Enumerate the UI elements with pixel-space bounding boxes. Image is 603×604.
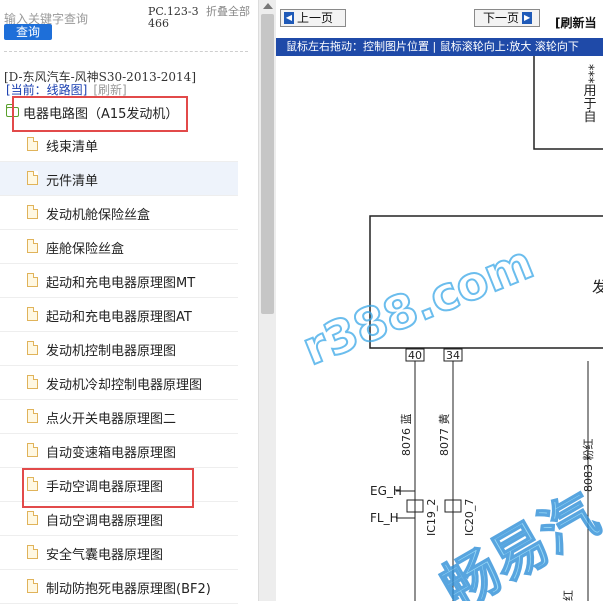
document-icon (27, 171, 38, 185)
search-button[interactable]: 查询 (4, 24, 52, 40)
tree-item-label: 自动空调电器原理图 (46, 514, 164, 529)
refresh-link[interactable]: [刷新] (93, 83, 126, 97)
tree-item[interactable]: 座舱保险丝盒 (0, 230, 238, 264)
document-icon (27, 545, 38, 559)
tree-item[interactable]: 自动变速箱电器原理图 (0, 434, 238, 468)
prev-page-button[interactable]: ◀ 上一页 (280, 9, 346, 27)
viewer-toolbar: ◀ 上一页 下一页 ▶ [刷新当 (276, 0, 603, 38)
hint-bar: 鼠标左右拖动：控制图片位置 | 鼠标滚轮向上:放大 滚轮向下 (276, 38, 603, 56)
document-icon (27, 443, 38, 457)
tree-item-label: 制动防抱死电器原理图(BF2) (46, 582, 211, 597)
document-icon (27, 409, 38, 423)
tree-item-label: 发动机控制电器原理图 (46, 344, 177, 359)
diagram-connector-label: IC20_7 (463, 499, 476, 536)
divider (4, 51, 248, 52)
tree-root-label: 电器电路图（A15发动机） (23, 106, 179, 122)
document-icon (27, 205, 38, 219)
tree-item-label: 座舱保险丝盒 (46, 242, 125, 257)
tree-list: 线束清单 元件清单 发动机舱保险丝盒 座舱保险丝盒 起动和充电电器原理图MT 起… (0, 128, 238, 604)
tree-item[interactable]: 元件清单 (0, 162, 238, 196)
tree-item-label: 发动机冷却控制电器原理图 (46, 378, 203, 393)
tree-item-label: 发动机舱保险丝盒 (46, 208, 151, 223)
current-path: [当前：线路图] [刷新] (6, 81, 127, 98)
tree-scrollbar[interactable] (258, 0, 276, 601)
document-icon (27, 375, 38, 389)
diagram-wire-label: 8076 蓝 (400, 414, 413, 457)
tree-item-label: 自动变速箱电器原理图 (46, 446, 177, 461)
collapse-all-link[interactable]: 折叠全部 (206, 6, 254, 18)
arrow-right-icon: ▶ (522, 12, 533, 24)
tree-item-label: 元件清单 (46, 174, 99, 189)
diagram-bottom-text: 红 (562, 590, 575, 601)
next-page-button[interactable]: 下一页 ▶ (474, 9, 540, 27)
tree-item[interactable]: 点火开关电器原理图二 (0, 400, 238, 434)
tree-item-label: 点火开关电器原理图二 (46, 412, 177, 427)
wiring-diagram-svg: ***用于自 发 40 34 8076 蓝 8077 黄 8083 粉红 EG_… (294, 56, 603, 601)
scrollbar-thumb[interactable] (261, 14, 274, 314)
tree-item[interactable]: 起动和充电电器原理图MT (0, 264, 238, 298)
tree-root-electrical-diagram[interactable]: 电器电路图（A15发动机） (6, 103, 179, 122)
diagram-connector-label: IC19_2 (425, 499, 438, 536)
tree-item[interactable]: 安全气囊电器原理图 (0, 536, 238, 570)
tree-item[interactable]: 手动空调电器原理图 (0, 468, 238, 502)
current-label: [当前：线路图] (6, 83, 88, 97)
document-icon (27, 341, 38, 355)
tree-item[interactable]: 制动防抱死电器原理图(BF2) (0, 570, 238, 604)
next-page-label: 下一页 (483, 11, 520, 25)
diagram-wire-label: 8083 粉红 (582, 439, 595, 493)
diagram-connector (414, 499, 424, 513)
diagram-pin-label: 34 (446, 349, 460, 362)
diagram-connector (444, 499, 454, 513)
diagram-connector (406, 499, 416, 513)
tree-item-label: 线束清单 (46, 140, 99, 155)
tree-item-label: 起动和充电电器原理图MT (46, 276, 196, 291)
left-panel: 输入关键字查询 查询 PC.123-3466 折叠全部 [D-东风汽车-风神S3… (0, 0, 258, 604)
diagram-pin-label: 40 (408, 349, 422, 362)
tree-item-label: 手动空调电器原理图 (46, 480, 164, 495)
document-icon (27, 511, 38, 525)
pc-code: PC.123-3466 (148, 5, 199, 30)
wiring-diagram-image[interactable]: ***用于自 发 40 34 8076 蓝 8077 黄 8083 粉红 EG_… (276, 56, 603, 601)
prev-page-label: 上一页 (297, 11, 334, 25)
diagram-wire-label: 8077 黄 (437, 414, 451, 457)
document-icon (27, 307, 38, 321)
document-icon (27, 137, 38, 151)
diagram-viewer: ◀ 上一页 下一页 ▶ [刷新当 鼠标左右拖动：控制图片位置 | 鼠标滚轮向上:… (276, 0, 603, 601)
tree-item[interactable]: 起动和充电电器原理图AT (0, 298, 238, 332)
diagram-box-text: 发 (592, 278, 603, 296)
tree-item-label: 安全气囊电器原理图 (46, 548, 164, 563)
diagram-connector (452, 499, 462, 513)
diagram-side-text: ***用于自 (581, 64, 597, 123)
tree-item[interactable]: 发动机冷却控制电器原理图 (0, 366, 238, 400)
hint-text: 鼠标左右拖动：控制图片位置 | 鼠标滚轮向上:放大 滚轮向下 (286, 40, 579, 53)
tree-item[interactable]: 线束清单 (0, 128, 238, 162)
refresh-page-button[interactable]: [刷新当 (555, 14, 597, 31)
folder-open-icon (6, 104, 19, 117)
tree-item[interactable]: 自动空调电器原理图 (0, 502, 238, 536)
tree-item-label: 起动和充电电器原理图AT (46, 310, 192, 325)
document-icon (27, 579, 38, 593)
diagram-signal-label: FL_H (370, 511, 399, 525)
document-icon (27, 273, 38, 287)
arrow-left-icon: ◀ (284, 12, 294, 24)
tree-item[interactable]: 发动机舱保险丝盒 (0, 196, 238, 230)
document-icon (27, 477, 38, 491)
document-icon (27, 239, 38, 253)
tree-item[interactable]: 发动机控制电器原理图 (0, 332, 238, 366)
scroll-up-arrow-icon[interactable] (263, 3, 273, 9)
